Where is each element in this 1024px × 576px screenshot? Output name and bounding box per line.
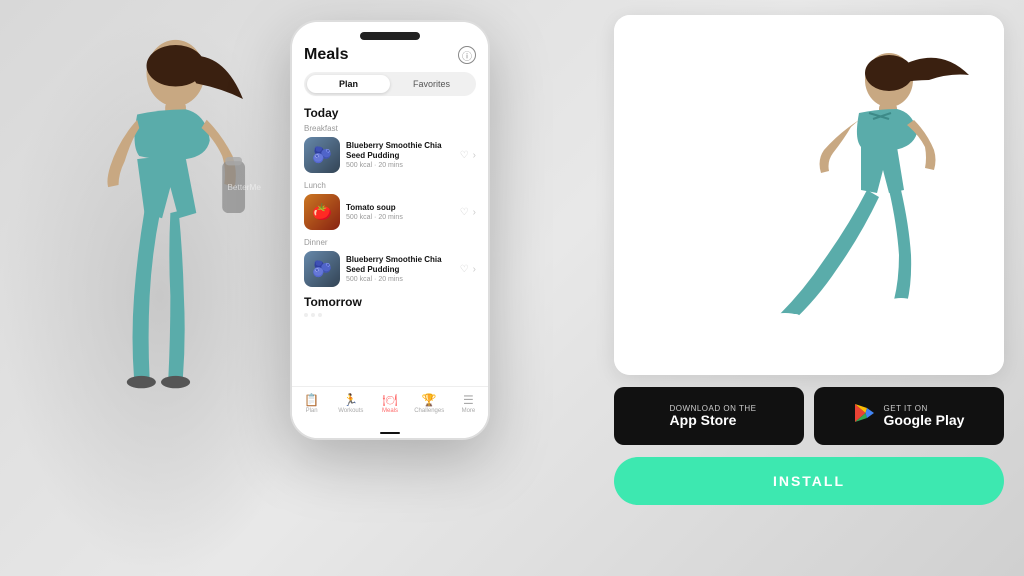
nav-label-more: More (462, 408, 476, 414)
lunch-thumb: 🍅 (304, 194, 340, 230)
app-store-button[interactable]: Download on the App Store (614, 387, 804, 445)
breakfast-actions: ♡ › (460, 150, 476, 161)
right-section: Download on the App Store GET IT ON (614, 15, 1004, 560)
heart-icon-dinner[interactable]: ♡ (460, 264, 469, 275)
today-label: Today (304, 106, 476, 120)
nav-icon-challenges: 🏆 (422, 393, 437, 407)
tomorrow-label: Tomorrow (304, 295, 476, 309)
heart-icon-breakfast[interactable]: ♡ (460, 150, 469, 161)
chevron-icon-lunch[interactable]: › (473, 207, 476, 218)
install-button[interactable]: INSTALL (614, 457, 1004, 505)
breakfast-thumb: 🫐 (304, 137, 340, 173)
nav-workouts[interactable]: 🏃 Workouts (331, 393, 370, 414)
tab-favorites[interactable]: Favorites (390, 75, 473, 93)
app-store-text: Download on the App Store (670, 404, 757, 428)
svg-text:BetterMe: BetterMe (227, 182, 261, 192)
lunch-meta: 500 kcal · 20 mins (346, 214, 454, 221)
nav-icon-more: ☰ (463, 393, 474, 407)
phone-mockup: Meals ⓘ Plan Favorites Today Breakfast 🫐… (290, 20, 490, 440)
tomorrow-dots (304, 313, 476, 317)
dinner-info: Blueberry Smoothie Chia Seed Pudding 500… (346, 255, 454, 282)
info-icon[interactable]: ⓘ (458, 46, 476, 64)
breakfast-label: Breakfast (304, 124, 476, 133)
dinner-meta: 500 kcal · 20 mins (346, 276, 454, 283)
woman-left-figure: BetterMe (0, 16, 320, 576)
store-buttons-row: Download on the App Store GET IT ON (614, 387, 1004, 445)
breakfast-meta: 500 kcal · 20 mins (346, 162, 454, 169)
google-play-button[interactable]: GET IT ON Google Play (814, 387, 1004, 445)
meal-item-dinner: 🫐 Blueberry Smoothie Chia Seed Pudding 5… (304, 251, 476, 287)
nav-icon-plan: 📋 (304, 393, 319, 407)
nav-challenges[interactable]: 🏆 Challenges (410, 393, 449, 414)
heart-icon-lunch[interactable]: ♡ (460, 207, 469, 218)
dinner-actions: ♡ › (460, 264, 476, 275)
main-container: BetterMe Meals ⓘ Plan Favorite (0, 0, 1024, 576)
breakfast-info: Blueberry Smoothie Chia Seed Pudding 500… (346, 141, 454, 168)
dinner-label: Dinner (304, 238, 476, 247)
dinner-thumb: 🫐 (304, 251, 340, 287)
nav-label-meals: Meals (382, 408, 398, 414)
phone-notch (360, 32, 420, 40)
app-header: Meals ⓘ (304, 46, 476, 64)
dinner-name: Blueberry Smoothie Chia Seed Pudding (346, 255, 454, 274)
meal-item-breakfast: 🫐 Blueberry Smoothie Chia Seed Pudding 5… (304, 137, 476, 173)
breakfast-name: Blueberry Smoothie Chia Seed Pudding (346, 141, 454, 160)
lunch-label: Lunch (304, 181, 476, 190)
bottom-nav: 📋 Plan 🏃 Workouts 🍽 Meals 🏆 Challenges (292, 386, 488, 438)
app-title: Meals (304, 46, 348, 64)
nav-meals[interactable]: 🍽 Meals (370, 393, 409, 414)
nav-more[interactable]: ☰ More (449, 393, 488, 414)
phone-screen: Meals ⓘ Plan Favorites Today Breakfast 🫐… (292, 22, 488, 438)
nav-indicator (380, 432, 400, 434)
chevron-icon-dinner[interactable]: › (473, 264, 476, 275)
nav-label-plan: Plan (306, 408, 318, 414)
nav-icon-meals: 🍽 (382, 393, 397, 407)
google-play-main: Google Play (884, 413, 965, 428)
tab-bar-top: Plan Favorites (304, 72, 476, 96)
woman-right-image (614, 15, 1004, 375)
google-play-icon (854, 402, 876, 430)
chevron-icon-breakfast[interactable]: › (473, 150, 476, 161)
nav-icon-workouts: 🏃 (343, 393, 358, 407)
google-play-text: GET IT ON Google Play (884, 404, 965, 428)
nav-label-challenges: Challenges (414, 408, 444, 414)
meal-item-lunch: 🍅 Tomato soup 500 kcal · 20 mins ♡ › (304, 194, 476, 230)
lunch-actions: ♡ › (460, 207, 476, 218)
tab-plan[interactable]: Plan (307, 75, 390, 93)
nav-plan[interactable]: 📋 Plan (292, 393, 331, 414)
app-store-main: App Store (670, 413, 757, 428)
phone-frame: Meals ⓘ Plan Favorites Today Breakfast 🫐… (290, 20, 490, 440)
lunch-info: Tomato soup 500 kcal · 20 mins (346, 203, 454, 221)
lunch-name: Tomato soup (346, 203, 454, 213)
nav-label-workouts: Workouts (338, 408, 363, 414)
install-label: INSTALL (773, 473, 845, 489)
woman-right-card (614, 15, 1004, 375)
